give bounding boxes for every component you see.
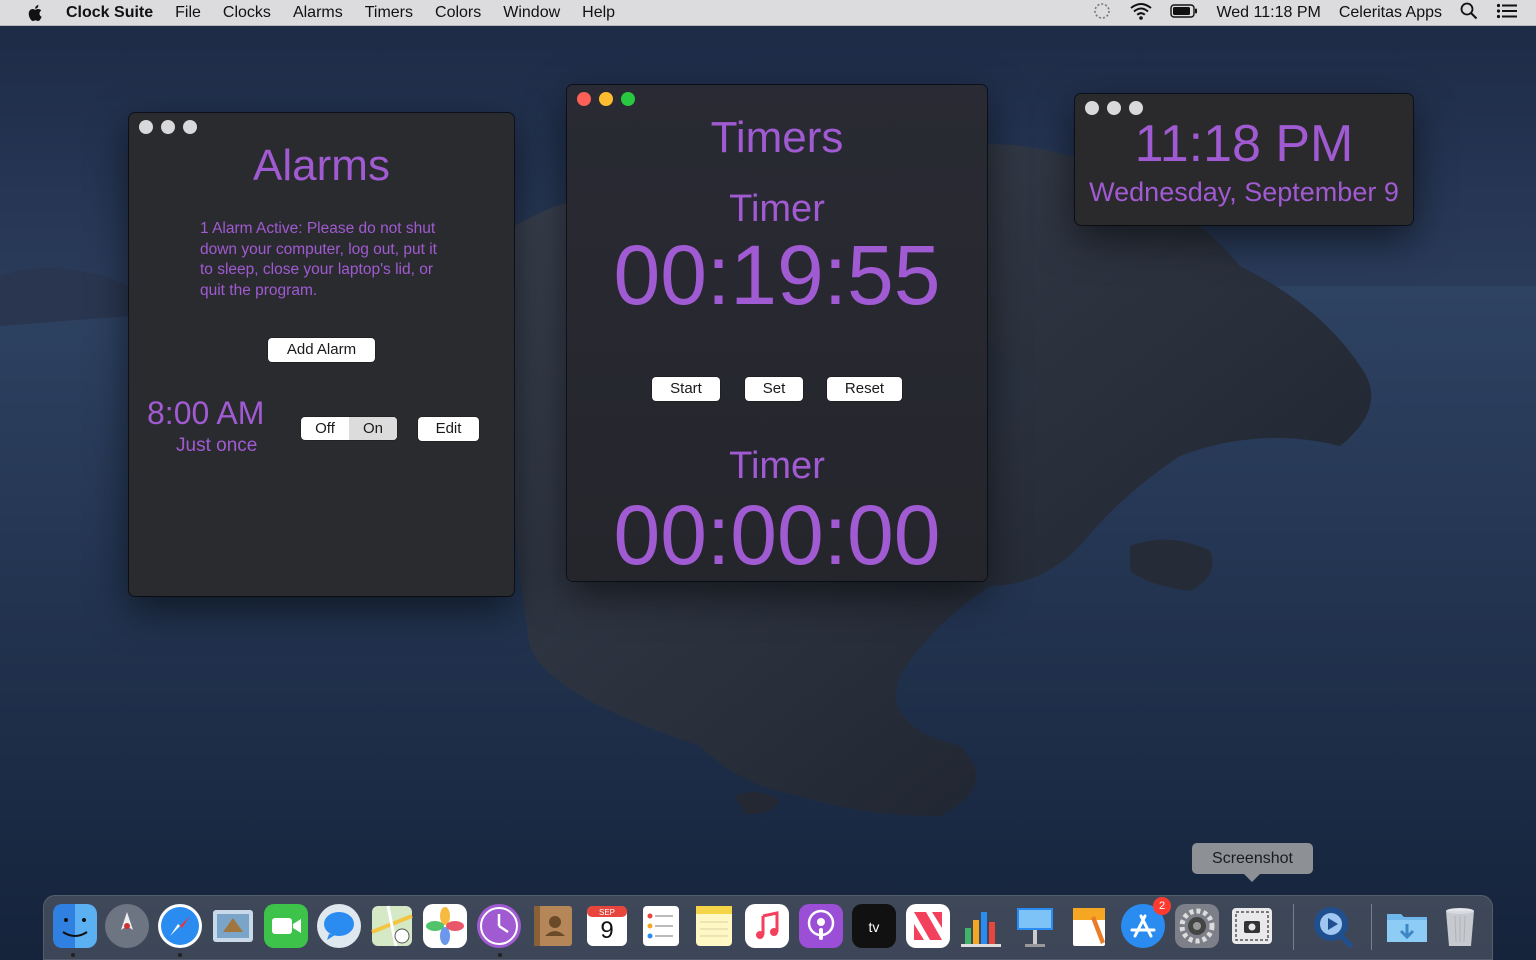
calendar-day: 9 bbox=[600, 917, 614, 944]
alarm-toggle: Off On bbox=[301, 417, 397, 440]
reset-button[interactable]: Reset bbox=[827, 377, 902, 401]
safari-icon[interactable] bbox=[156, 902, 204, 950]
clock-suite-icon[interactable] bbox=[475, 902, 523, 950]
add-alarm-button[interactable]: Add Alarm bbox=[268, 338, 375, 362]
timer1-label: Timer bbox=[729, 188, 825, 230]
dock: SEP 9 tv 2 bbox=[43, 895, 1493, 960]
edit-alarm-button[interactable]: Edit bbox=[418, 417, 479, 441]
running-indicator bbox=[71, 953, 75, 957]
minimize-window-button[interactable] bbox=[599, 92, 613, 106]
menu-account[interactable]: Celeritas Apps bbox=[1339, 4, 1442, 22]
night-shift-icon[interactable] bbox=[1092, 1, 1112, 26]
launchpad-icon[interactable] bbox=[103, 902, 151, 950]
timer1-value: 00:19:55 bbox=[613, 228, 941, 322]
tv-icon[interactable]: tv bbox=[850, 902, 898, 950]
menu-clocks[interactable]: Clocks bbox=[223, 4, 271, 22]
alarm-repeat: Just once bbox=[176, 435, 258, 456]
menu-help[interactable]: Help bbox=[582, 4, 615, 22]
photos-icon[interactable] bbox=[421, 902, 469, 950]
clock-date: Wednesday, September 9 bbox=[1089, 177, 1399, 207]
notification-center-icon[interactable] bbox=[1496, 3, 1518, 24]
mail-icon[interactable] bbox=[209, 902, 257, 950]
trash-icon[interactable] bbox=[1436, 902, 1484, 950]
dock-tooltip: Screenshot bbox=[1192, 843, 1313, 882]
dock-separator bbox=[1371, 904, 1372, 950]
timers-title: Timers bbox=[710, 113, 844, 162]
dock-separator bbox=[1293, 904, 1294, 950]
menu-file[interactable]: File bbox=[175, 4, 201, 22]
menu-timers[interactable]: Timers bbox=[365, 4, 413, 22]
timer2-label: Timer bbox=[729, 445, 825, 487]
app-store-icon[interactable]: 2 bbox=[1119, 897, 1171, 950]
screenshot-icon[interactable] bbox=[1228, 902, 1276, 950]
menu-app-name[interactable]: Clock Suite bbox=[66, 4, 153, 22]
clock-time: 11:18 PM bbox=[1134, 115, 1354, 173]
contacts-icon[interactable] bbox=[530, 902, 578, 950]
clock-window: 11:18 PM Wednesday, September 9 bbox=[1075, 94, 1413, 225]
facetime-icon[interactable] bbox=[262, 902, 310, 950]
maps-icon[interactable] bbox=[368, 902, 416, 950]
alarm-on-segment[interactable]: On bbox=[349, 417, 397, 440]
menu-alarms[interactable]: Alarms bbox=[293, 4, 343, 22]
spotlight-search-icon[interactable] bbox=[1460, 2, 1478, 25]
set-button[interactable]: Set bbox=[745, 377, 803, 401]
zoom-window-button[interactable] bbox=[183, 120, 197, 134]
reminders-icon[interactable] bbox=[637, 902, 685, 950]
finder-icon[interactable] bbox=[51, 902, 99, 950]
close-window-button[interactable] bbox=[1085, 101, 1099, 115]
menu-colors[interactable]: Colors bbox=[435, 4, 481, 22]
window-controls bbox=[1085, 101, 1143, 115]
running-indicator bbox=[178, 953, 182, 957]
alarms-window: Alarms 1 Alarm Active: Please do not shu… bbox=[129, 113, 514, 596]
calendar-icon[interactable]: SEP 9 bbox=[583, 902, 631, 950]
system-preferences-icon[interactable] bbox=[1173, 902, 1221, 950]
wifi-icon[interactable] bbox=[1130, 2, 1153, 25]
alarms-title: Alarms bbox=[253, 141, 390, 190]
apple-menu-icon[interactable] bbox=[26, 3, 46, 23]
pages-icon[interactable] bbox=[1065, 902, 1113, 950]
menu-window[interactable]: Window bbox=[503, 4, 560, 22]
notes-icon[interactable] bbox=[690, 902, 738, 950]
close-window-button[interactable] bbox=[139, 120, 153, 134]
messages-icon[interactable] bbox=[315, 902, 363, 950]
news-icon[interactable] bbox=[904, 902, 952, 950]
alarm-off-segment[interactable]: Off bbox=[301, 417, 349, 440]
timer2-value: 00:00:00 bbox=[613, 488, 941, 581]
menu-bar: Clock Suite File Clocks Alarms Timers Co… bbox=[0, 0, 1536, 26]
zoom-window-button[interactable] bbox=[621, 92, 635, 106]
quicktime-icon[interactable] bbox=[1308, 902, 1356, 950]
app-store-badge: 2 bbox=[1153, 897, 1171, 915]
calendar-month: SEP bbox=[598, 908, 615, 917]
close-window-button[interactable] bbox=[577, 92, 591, 106]
podcasts-icon[interactable] bbox=[797, 902, 845, 950]
menu-clock[interactable]: Wed 11:18 PM bbox=[1216, 4, 1320, 22]
battery-icon[interactable] bbox=[1170, 3, 1198, 23]
zoom-window-button[interactable] bbox=[1129, 101, 1143, 115]
numbers-icon[interactable] bbox=[957, 902, 1005, 950]
music-icon[interactable] bbox=[743, 902, 791, 950]
downloads-icon[interactable] bbox=[1383, 902, 1431, 950]
window-controls bbox=[139, 120, 197, 134]
minimize-window-button[interactable] bbox=[1107, 101, 1121, 115]
alarm-time: 8:00 AM bbox=[147, 395, 265, 431]
running-indicator bbox=[498, 953, 502, 957]
timers-window: Timers Timer 00:19:55 Start Set Reset Ti… bbox=[567, 85, 987, 581]
alarm-active-notice: 1 Alarm Active: Please do not shut down … bbox=[200, 220, 437, 299]
window-controls bbox=[577, 92, 635, 106]
minimize-window-button[interactable] bbox=[161, 120, 175, 134]
start-button[interactable]: Start bbox=[652, 377, 720, 401]
svg-text:tv: tv bbox=[869, 919, 880, 935]
keynote-icon[interactable] bbox=[1011, 902, 1059, 950]
